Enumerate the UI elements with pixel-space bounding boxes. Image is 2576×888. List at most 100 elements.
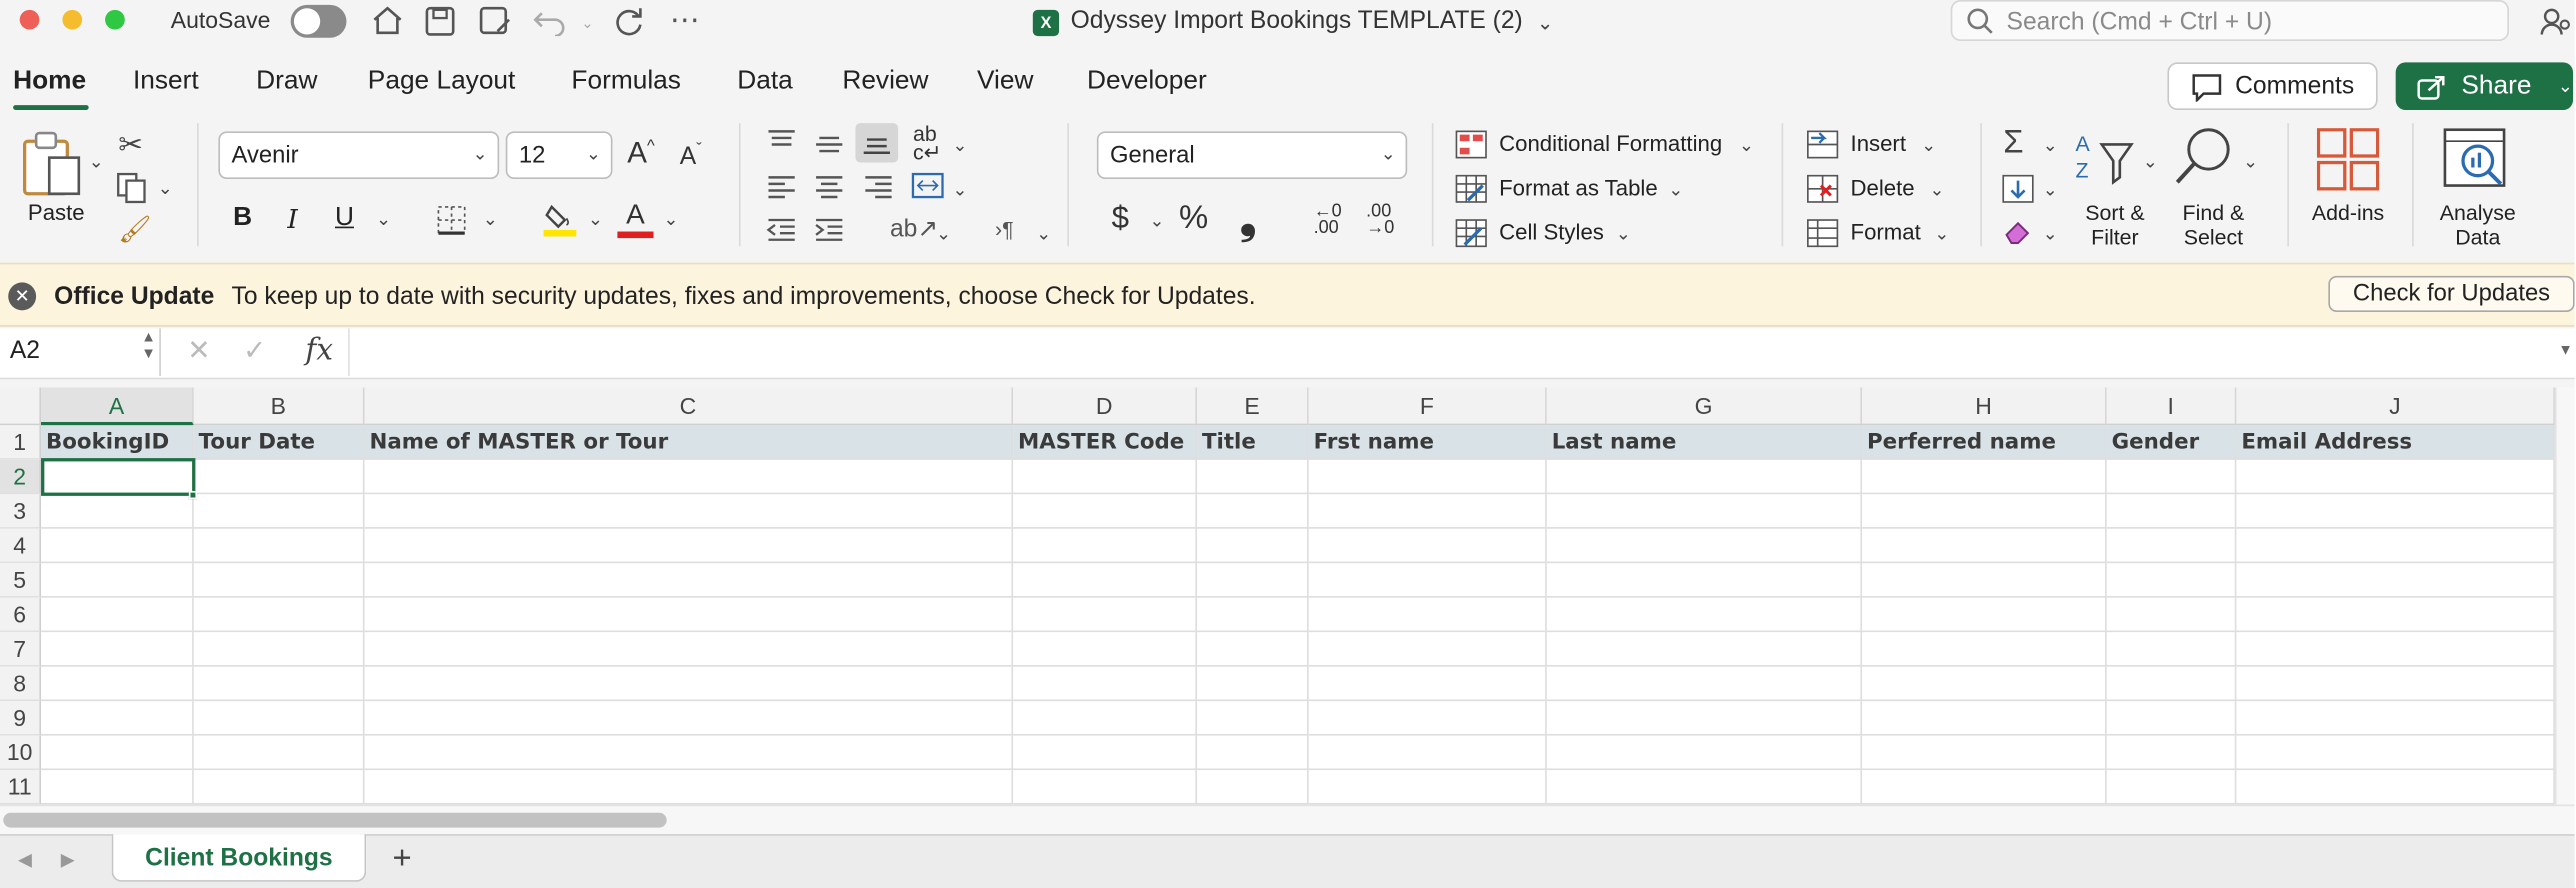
number-format-select[interactable]: General ⌄ <box>1096 131 1408 179</box>
name-box[interactable]: A2 ▲ ▼ <box>0 328 161 377</box>
cell-c9[interactable] <box>364 701 1014 736</box>
delete-cells-button[interactable]: Delete <box>1851 176 1915 201</box>
insert-cells-dropdown-icon[interactable]: ⌄ <box>1921 135 1936 156</box>
cell-d8[interactable] <box>1013 666 1198 702</box>
header-cell[interactable]: Perferred name <box>1862 425 2107 460</box>
tab-developer[interactable]: Developer <box>1087 67 1207 97</box>
cell-j10[interactable] <box>2236 735 2555 771</box>
header-cell[interactable]: Tour Date <box>193 425 365 460</box>
cell-c6[interactable] <box>364 597 1014 633</box>
row-header-7[interactable]: 7 <box>0 632 42 667</box>
decrease-indent-icon[interactable] <box>765 217 798 251</box>
cell-f10[interactable] <box>1308 735 1547 771</box>
document-title[interactable]: Odyssey Import Bookings TEMPLATE (2) <box>1071 7 1523 35</box>
sort-filter-button[interactable]: Sort & Filter <box>2072 200 2157 249</box>
sheet-tab-client-bookings[interactable]: Client Bookings <box>111 834 367 882</box>
cell-c7[interactable] <box>364 632 1014 667</box>
align-left-icon[interactable] <box>765 174 798 208</box>
cell-d2[interactable] <box>1013 459 1198 495</box>
underline-dropdown-icon[interactable]: ⌄ <box>376 209 391 230</box>
cell-h3[interactable] <box>1862 494 2107 529</box>
align-middle-icon[interactable] <box>813 131 846 165</box>
row-header-1[interactable]: 1 <box>0 425 42 460</box>
cell-g6[interactable] <box>1546 597 1863 633</box>
format-painter-icon[interactable]: 🖌 <box>118 213 151 246</box>
cell-i8[interactable] <box>2106 666 2237 702</box>
header-cell[interactable]: Email Address <box>2236 425 2555 460</box>
column-header-j[interactable]: J <box>2236 387 2555 426</box>
name-box-stepper-icon[interactable]: ▲ ▼ <box>141 328 156 361</box>
tab-draw[interactable]: Draw <box>256 67 317 97</box>
cell-b7[interactable] <box>193 632 365 667</box>
cell-c11[interactable] <box>364 770 1014 805</box>
cell-e2[interactable] <box>1197 459 1309 495</box>
next-sheet-icon[interactable]: ▶ <box>61 849 75 871</box>
header-cell[interactable]: MASTER Code <box>1013 425 1198 460</box>
tab-home[interactable]: Home <box>13 67 86 97</box>
insert-function-button[interactable]: fx <box>305 333 333 367</box>
cell-b8[interactable] <box>193 666 365 702</box>
cell-b6[interactable] <box>193 597 365 633</box>
cell-h11[interactable] <box>1862 770 2107 805</box>
cell-d3[interactable] <box>1013 494 1198 529</box>
currency-button[interactable]: $ <box>1112 202 1129 238</box>
cell-f6[interactable] <box>1308 597 1547 633</box>
cell-j3[interactable] <box>2236 494 2555 529</box>
merge-dropdown-icon[interactable]: ⌄ <box>952 179 967 201</box>
increase-decimal-icon[interactable]: ←0.00 <box>1314 203 1342 237</box>
cell-e9[interactable] <box>1197 701 1309 736</box>
cell-h4[interactable] <box>1862 528 2107 564</box>
tab-review[interactable]: Review <box>842 67 928 97</box>
select-all-corner[interactable] <box>0 387 42 426</box>
cell-h6[interactable] <box>1862 597 2107 633</box>
cell-g8[interactable] <box>1546 666 1863 702</box>
cell-d5[interactable] <box>1013 563 1198 598</box>
cell-i4[interactable] <box>2106 528 2237 564</box>
row-header-11[interactable]: 11 <box>0 770 42 805</box>
column-header-b[interactable]: B <box>193 387 365 426</box>
expand-formula-bar-icon[interactable]: ▼ <box>2558 342 2573 358</box>
cell-d9[interactable] <box>1013 701 1198 736</box>
cell-j2[interactable] <box>2236 459 2555 495</box>
cell-h10[interactable] <box>1862 735 2107 771</box>
add-sheet-button[interactable]: + <box>392 841 411 879</box>
cell-g11[interactable] <box>1546 770 1863 805</box>
orientation-icon[interactable]: ab↗ <box>890 213 938 243</box>
header-cell[interactable]: Frst name <box>1308 425 1547 460</box>
format-cells-button[interactable]: Format <box>1851 220 1921 245</box>
cell-styles-button[interactable]: Cell Styles <box>1499 220 1604 245</box>
column-header-d[interactable]: D <box>1013 387 1198 426</box>
cell-i11[interactable] <box>2106 770 2237 805</box>
cell-g10[interactable] <box>1546 735 1863 771</box>
wrap-text-icon[interactable]: ab c↵ <box>913 123 942 162</box>
align-center-icon[interactable] <box>813 174 846 208</box>
font-name-select[interactable]: Avenir ⌄ <box>218 131 500 179</box>
cell-c4[interactable] <box>364 528 1014 564</box>
analyse-data-button[interactable]: Analyse Data <box>2427 200 2529 249</box>
insert-cells-button[interactable]: Insert <box>1851 131 1906 156</box>
tab-data[interactable]: Data <box>737 67 792 97</box>
fill-icon[interactable] <box>2002 174 2035 212</box>
cell-a3[interactable] <box>41 494 194 529</box>
font-size-select[interactable]: 12 ⌄ <box>505 131 613 179</box>
wrap-text-dropdown-icon[interactable]: ⌄ <box>952 135 967 156</box>
cell-b9[interactable] <box>193 701 365 736</box>
align-right-icon[interactable] <box>862 174 895 208</box>
cell-f7[interactable] <box>1308 632 1547 667</box>
check-for-updates-button[interactable]: Check for Updates <box>2328 275 2575 312</box>
cell-a11[interactable] <box>41 770 194 805</box>
format-as-table-dropdown-icon[interactable]: ⌄ <box>1668 179 1683 201</box>
autosave-toggle[interactable] <box>290 4 347 38</box>
comma-style-button[interactable]: ❟ <box>1240 194 1257 247</box>
previous-sheet-icon[interactable]: ◀ <box>18 849 32 871</box>
cell-d11[interactable] <box>1013 770 1198 805</box>
cell-e8[interactable] <box>1197 666 1309 702</box>
more-options-icon[interactable]: ⋯ <box>670 3 700 37</box>
cell-a9[interactable] <box>41 701 194 736</box>
merge-center-icon[interactable] <box>910 171 946 209</box>
row-header-5[interactable]: 5 <box>0 563 42 598</box>
column-header-h[interactable]: H <box>1862 387 2107 426</box>
cell-j7[interactable] <box>2236 632 2555 667</box>
row-header-10[interactable]: 10 <box>0 735 42 771</box>
dismiss-update-icon[interactable]: ✕ <box>8 282 37 311</box>
